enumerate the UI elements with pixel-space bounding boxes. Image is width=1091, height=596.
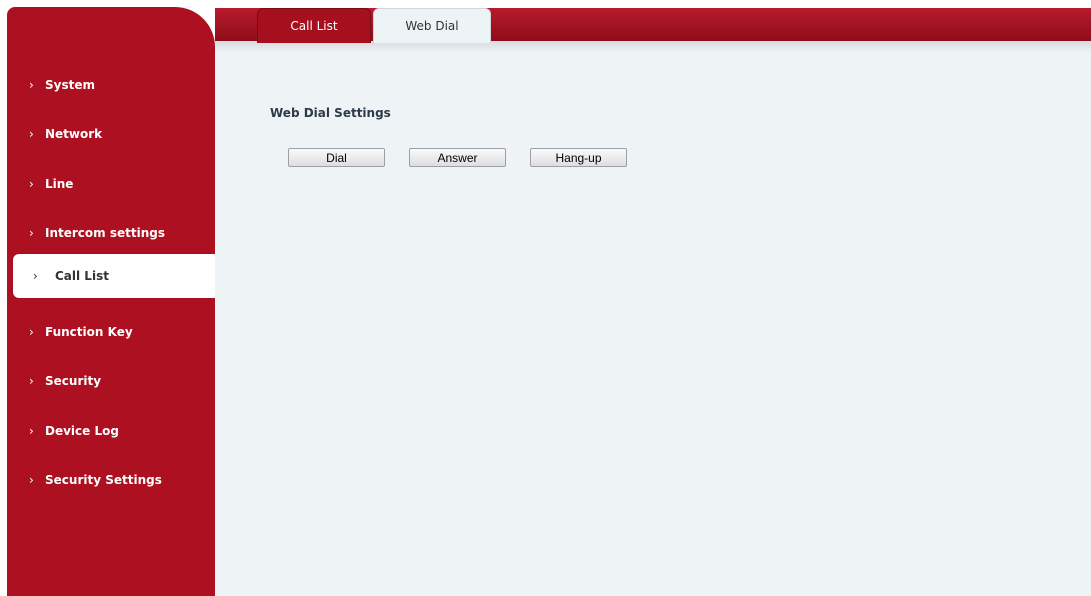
sidebar-item-line[interactable]: › Line [7, 162, 215, 206]
chevron-right-icon: › [29, 226, 34, 240]
sidebar-item-label: System [45, 78, 95, 92]
sidebar-item-label: Security [45, 374, 102, 388]
chevron-right-icon: › [29, 473, 34, 487]
section-title: Web Dial Settings [270, 106, 391, 120]
chevron-right-icon: › [29, 325, 34, 339]
sidebar-item-label: Function Key [45, 325, 133, 339]
sidebar-item-label: Intercom settings [45, 226, 165, 240]
main-content [215, 52, 1091, 596]
sidebar-item-device-log[interactable]: › Device Log [7, 409, 215, 453]
tab-web-dial[interactable]: Web Dial [373, 8, 491, 43]
sidebar: › System › Network › Line › Intercom set… [7, 7, 220, 596]
answer-button[interactable]: Answer [409, 148, 506, 167]
sidebar-item-intercom-settings[interactable]: › Intercom settings [7, 211, 215, 255]
chevron-right-icon: › [29, 78, 34, 92]
sidebar-item-security-settings[interactable]: › Security Settings [7, 458, 215, 502]
chevron-right-icon: › [29, 127, 34, 141]
chevron-right-icon: › [29, 177, 34, 191]
sidebar-item-label: Call List [55, 269, 109, 283]
chevron-right-icon: › [29, 424, 34, 438]
sidebar-item-label: Security Settings [45, 473, 162, 487]
sidebar-item-function-key[interactable]: › Function Key [7, 310, 215, 354]
chevron-right-icon: › [33, 269, 38, 283]
chevron-right-icon: › [29, 374, 34, 388]
sidebar-item-system[interactable]: › System [7, 63, 215, 107]
dial-button[interactable]: Dial [288, 148, 385, 167]
sidebar-item-label: Line [45, 177, 74, 191]
sidebar-item-label: Device Log [45, 424, 119, 438]
sidebar-item-network[interactable]: › Network [7, 112, 215, 156]
hangup-button[interactable]: Hang-up [530, 148, 627, 167]
sidebar-item-call-list[interactable]: › Call List [13, 254, 220, 298]
sidebar-item-security[interactable]: › Security [7, 359, 215, 403]
sidebar-item-label: Network [45, 127, 103, 141]
tab-call-list[interactable]: Call List [257, 8, 371, 43]
